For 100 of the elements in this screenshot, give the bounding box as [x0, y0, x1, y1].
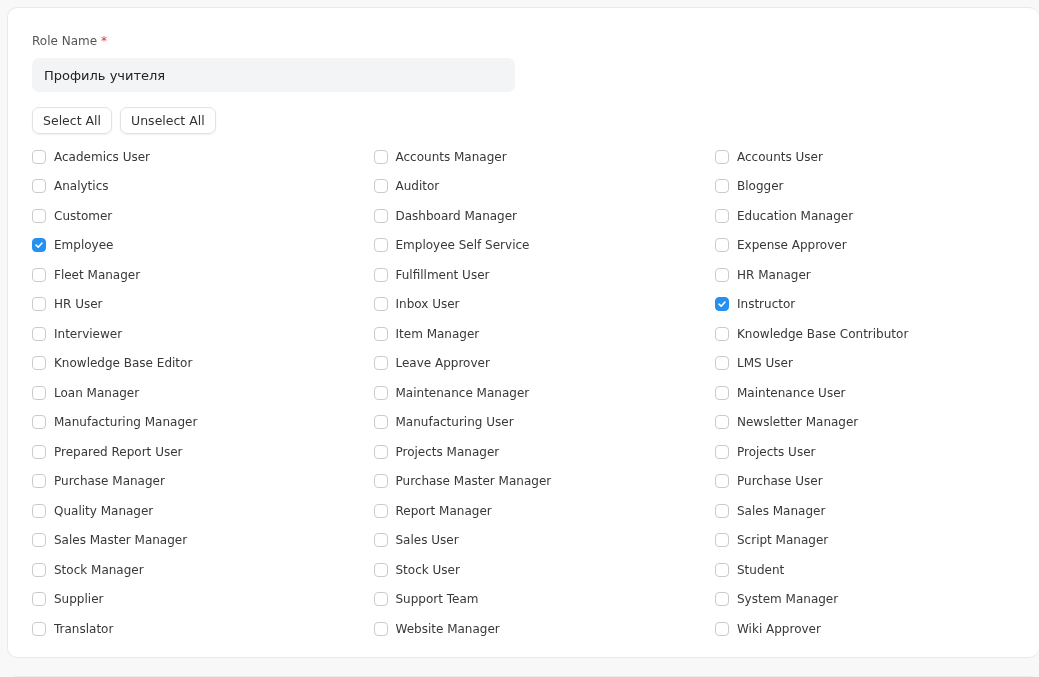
checkbox[interactable] — [32, 533, 46, 548]
checkbox-label[interactable]: Instructor — [737, 297, 796, 312]
checkbox[interactable] — [373, 385, 388, 400]
checkbox-label[interactable]: Knowledge Base Contributor — [737, 326, 909, 341]
checkbox[interactable] — [32, 503, 46, 518]
checkbox[interactable] — [373, 267, 388, 282]
checkbox[interactable] — [32, 592, 46, 607]
role-name-field[interactable]: Профиль учителя — [32, 58, 515, 92]
checkbox-label[interactable]: Supplier — [54, 592, 104, 607]
checkbox-label[interactable]: Purchase User — [737, 474, 823, 489]
checkbox-label[interactable]: Wiki Approver — [737, 621, 821, 636]
checkbox-label[interactable]: Maintenance Manager — [395, 385, 530, 400]
checkbox-label[interactable]: Script Manager — [737, 533, 829, 548]
checkbox[interactable] — [32, 238, 46, 253]
checkbox[interactable] — [373, 179, 388, 194]
checkbox[interactable] — [32, 444, 46, 459]
checkbox-label[interactable]: Purchase Manager — [54, 474, 165, 489]
checkbox-label[interactable]: Newsletter Manager — [737, 415, 859, 430]
checkbox-label[interactable]: Accounts Manager — [395, 149, 507, 164]
checkbox[interactable] — [715, 297, 729, 312]
checkbox-label[interactable]: Sales Manager — [737, 503, 826, 518]
checkbox-label[interactable]: Leave Approver — [395, 356, 490, 371]
checkbox[interactable] — [715, 356, 729, 371]
checkbox-label[interactable]: LMS User — [737, 356, 793, 371]
checkbox[interactable] — [715, 562, 729, 577]
checkbox-label[interactable]: Report Manager — [395, 503, 492, 518]
checkbox[interactable] — [715, 592, 729, 607]
checkbox-label[interactable]: Accounts User — [737, 149, 823, 164]
checkbox-label[interactable]: Employee Self Service — [395, 238, 530, 253]
checkbox[interactable] — [373, 326, 388, 341]
checkbox[interactable] — [32, 621, 46, 636]
checkbox-label[interactable]: HR Manager — [737, 267, 811, 282]
checkbox-label[interactable]: Stock User — [395, 562, 460, 577]
checkbox[interactable] — [373, 533, 388, 548]
select-all-button[interactable]: Select All — [32, 107, 113, 134]
checkbox[interactable] — [373, 562, 388, 577]
checkbox[interactable] — [32, 474, 46, 489]
checkbox[interactable] — [32, 385, 46, 400]
checkbox-label[interactable]: Projects User — [737, 444, 816, 459]
checkbox-label[interactable]: Knowledge Base Editor — [54, 356, 193, 371]
checkbox[interactable] — [373, 621, 388, 636]
checkbox-label[interactable]: Projects Manager — [395, 444, 500, 459]
checkbox-label[interactable]: Sales User — [395, 533, 459, 548]
checkbox-label[interactable]: Academics User — [54, 149, 150, 164]
checkbox[interactable] — [715, 385, 729, 400]
checkbox-label[interactable]: Expense Approver — [737, 238, 847, 253]
checkbox-label[interactable]: Dashboard Manager — [395, 208, 518, 223]
checkbox-label[interactable]: Analytics — [54, 179, 109, 194]
checkbox[interactable] — [32, 562, 46, 577]
checkbox[interactable] — [373, 297, 388, 312]
checkbox[interactable] — [715, 533, 729, 548]
unselect-all-button[interactable]: Unselect All — [120, 107, 216, 134]
checkbox-label[interactable]: Blogger — [737, 179, 784, 194]
checkbox[interactable] — [373, 238, 388, 253]
checkbox[interactable] — [32, 356, 46, 371]
checkbox[interactable] — [715, 179, 729, 194]
checkbox[interactable] — [715, 208, 729, 223]
checkbox[interactable] — [373, 503, 388, 518]
checkbox-label[interactable]: Inbox User — [395, 297, 460, 312]
checkbox-label[interactable]: Auditor — [395, 179, 440, 194]
checkbox[interactable] — [715, 474, 729, 489]
checkbox[interactable] — [32, 415, 46, 430]
checkbox[interactable] — [32, 208, 46, 223]
checkbox[interactable] — [715, 238, 729, 253]
checkbox[interactable] — [373, 149, 388, 164]
checkbox-label[interactable]: Sales Master Manager — [54, 533, 188, 548]
checkbox-label[interactable]: HR User — [54, 297, 103, 312]
checkbox[interactable] — [373, 444, 388, 459]
checkbox-label[interactable]: Translator — [54, 621, 114, 636]
checkbox[interactable] — [715, 149, 729, 164]
checkbox[interactable] — [373, 208, 388, 223]
checkbox[interactable] — [32, 179, 46, 194]
checkbox[interactable] — [373, 356, 388, 371]
checkbox[interactable] — [32, 326, 46, 341]
checkbox[interactable] — [373, 415, 388, 430]
checkbox[interactable] — [715, 621, 729, 636]
checkbox-label[interactable]: Employee — [54, 238, 114, 253]
checkbox[interactable] — [32, 297, 46, 312]
checkbox-label[interactable]: Loan Manager — [54, 385, 140, 400]
checkbox-label[interactable]: Support Team — [395, 592, 479, 607]
checkbox-label[interactable]: Fleet Manager — [54, 267, 141, 282]
checkbox-label[interactable]: Manufacturing Manager — [54, 415, 198, 430]
checkbox-label[interactable]: Fulfillment User — [395, 267, 490, 282]
checkbox[interactable] — [32, 267, 46, 282]
checkbox-label[interactable]: Item Manager — [395, 326, 480, 341]
checkbox[interactable] — [715, 444, 729, 459]
checkbox-label[interactable]: Quality Manager — [54, 503, 154, 518]
checkbox[interactable] — [32, 149, 46, 164]
checkbox-label[interactable]: Prepared Report User — [54, 444, 183, 459]
checkbox-label[interactable]: Website Manager — [395, 621, 500, 636]
checkbox-label[interactable]: Maintenance User — [737, 385, 846, 400]
checkbox-label[interactable]: System Manager — [737, 592, 839, 607]
checkbox-label[interactable]: Purchase Master Manager — [395, 474, 552, 489]
checkbox-label[interactable]: Student — [737, 562, 785, 577]
checkbox-label[interactable]: Stock Manager — [54, 562, 144, 577]
checkbox-label[interactable]: Education Manager — [737, 208, 854, 223]
checkbox[interactable] — [715, 326, 729, 341]
checkbox[interactable] — [715, 415, 729, 430]
checkbox-label[interactable]: Interviewer — [54, 326, 123, 341]
checkbox[interactable] — [715, 503, 729, 518]
